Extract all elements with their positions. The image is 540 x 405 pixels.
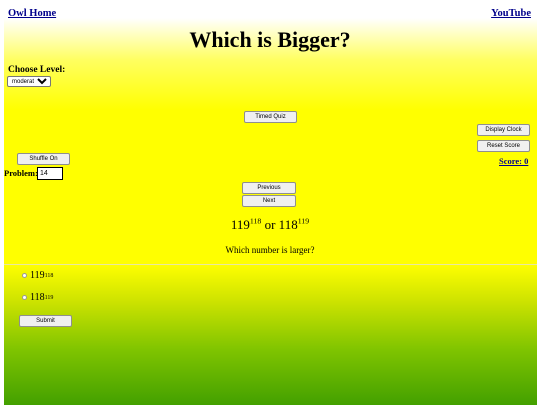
question-prompt: Which number is larger? [225,245,315,255]
problem-label: Problem: [4,168,38,178]
question-b-base: 118 [278,217,298,232]
previous-button[interactable]: Previous [242,182,296,194]
owl-home-link[interactable]: Owl Home [8,8,56,19]
level-select[interactable]: moderate [7,76,51,87]
option-2-radio[interactable] [22,295,27,300]
display-clock-button[interactable]: Display Clock [477,124,530,136]
question-connector: or [261,217,279,232]
youtube-link[interactable]: YouTube [491,8,531,19]
score-display[interactable]: Score: 0 [499,156,528,166]
submit-button[interactable]: Submit [19,315,72,327]
answer-option-2[interactable]: 118 119 [22,292,53,303]
timed-quiz-button[interactable]: Timed Quiz [244,111,297,123]
page-title: Which is Bigger? [189,27,351,52]
option-2-base: 118 [30,292,45,303]
question-b-exponent: 119 [297,216,310,226]
problem-number-input[interactable]: 14 [37,167,63,180]
shuffle-button[interactable]: Shuffle On [17,153,70,165]
next-button[interactable]: Next [242,195,296,207]
question-text: 119118 or 118119 [0,217,540,233]
reset-score-button[interactable]: Reset Score [477,140,530,152]
question-a-exponent: 118 [249,216,262,226]
answer-option-1[interactable]: 119 118 [22,270,53,281]
level-label: Choose Level: [8,65,66,75]
option-1-base: 119 [30,270,45,281]
question-a-base: 119 [230,217,250,232]
option-1-radio[interactable] [22,273,27,278]
divider [4,264,537,265]
